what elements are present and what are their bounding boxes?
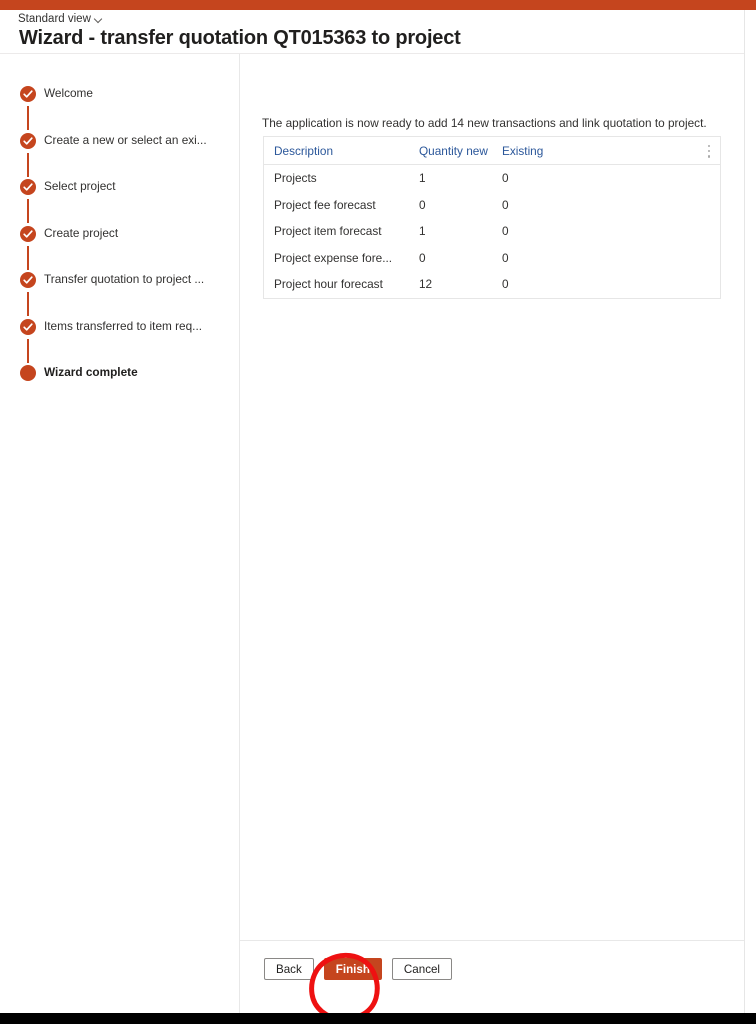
top-accent-bar (0, 0, 756, 10)
wizard-step-label: Wizard complete (44, 365, 138, 379)
table-row[interactable]: Project fee forecast 0 0 (264, 192, 720, 219)
cell-description: Project fee forecast (274, 197, 376, 212)
cell-quantity-new: 0 (419, 250, 426, 265)
back-button[interactable]: Back (264, 958, 314, 980)
more-options-icon[interactable] (708, 145, 711, 158)
step-marker (0, 84, 44, 131)
summary-table: Description Quantity new Existing Projec… (263, 136, 721, 299)
wizard-step-label: Create a new or select an exi... (44, 132, 207, 147)
wizard-step[interactable]: Select project (0, 177, 239, 224)
step-marker (0, 177, 44, 224)
wizard-step-label: Select project (44, 179, 116, 193)
step-completed-check-icon (20, 225, 36, 242)
step-connector-line (27, 152, 29, 177)
cell-existing: 0 (502, 171, 509, 186)
cell-description: Projects (274, 171, 317, 186)
table-body: Projects 1 0 Project fee forecast 0 0 Project … (264, 165, 720, 298)
wizard-step-list: Welcome Create a new or select an exi... S… (0, 84, 239, 410)
finish-button[interactable]: Finish (323, 958, 382, 980)
cell-existing: 0 (502, 277, 509, 292)
cell-quantity-new: 1 (419, 224, 426, 239)
step-current-icon (20, 365, 36, 381)
step-connector-line (27, 245, 29, 270)
wizard-dialog: Standard view Wizard - transfer quotatio… (0, 10, 745, 1013)
step-connector-line (27, 106, 29, 130)
view-selector[interactable]: Standard view (18, 12, 104, 26)
step-marker (0, 363, 44, 410)
step-marker (0, 131, 44, 178)
intro-text: The application is now ready to add 14 n… (262, 116, 707, 130)
wizard-step-label: Create project (44, 225, 119, 240)
page-title: Wizard - transfer quotation QT015363 to … (19, 27, 461, 49)
step-connector-line (27, 338, 29, 363)
cell-quantity-new: 0 (419, 197, 426, 212)
step-completed-check-icon (20, 132, 36, 149)
dialog-header: Standard view Wizard - transfer quotatio… (0, 10, 744, 54)
step-connector-line (27, 199, 29, 223)
step-marker (0, 317, 44, 364)
chevron-down-icon (95, 16, 104, 25)
cell-quantity-new: 1 (419, 171, 426, 186)
cell-quantity-new: 12 (419, 277, 433, 292)
wizard-step[interactable]: Transfer quotation to project ... (0, 270, 239, 317)
table-row[interactable]: Project expense fore... 0 0 (264, 245, 720, 272)
table-header-row: Description Quantity new Existing (264, 137, 720, 165)
dialog-footer: Back Finish Cancel (240, 940, 744, 1013)
cell-description: Project hour forecast (274, 277, 383, 292)
table-row[interactable]: Project item forecast 1 0 (264, 218, 720, 245)
wizard-step[interactable]: Create project (0, 224, 239, 271)
column-header-quantity-new[interactable]: Quantity new (419, 144, 502, 158)
step-marker (0, 270, 44, 317)
step-marker (0, 224, 44, 271)
footer-button-group: Back Finish Cancel (264, 958, 453, 980)
step-connector-line (27, 292, 29, 316)
column-header-description[interactable]: Description (274, 144, 419, 158)
wizard-content-pane: The application is now ready to add 14 n… (240, 54, 744, 1013)
cell-existing: 0 (502, 197, 509, 212)
wizard-step[interactable]: Welcome (0, 84, 239, 131)
wizard-step-label: Items transferred to item req... (44, 318, 203, 333)
footer-separator (240, 940, 744, 941)
bottom-black-bar (0, 1013, 756, 1024)
wizard-step[interactable]: Create a new or select an exi... (0, 131, 239, 178)
wizard-step-sidebar: Welcome Create a new or select an exi... S… (0, 54, 239, 1013)
cell-existing: 0 (502, 224, 509, 239)
cell-existing: 0 (502, 250, 509, 265)
wizard-step-label: Transfer quotation to project ... (44, 272, 205, 286)
step-completed-check-icon (20, 272, 36, 288)
table-row[interactable]: Projects 1 0 (264, 165, 720, 192)
cell-description: Project item forecast (274, 224, 382, 239)
dialog-body: Welcome Create a new or select an exi... S… (0, 54, 744, 1013)
cell-description: Project expense fore... (274, 250, 393, 265)
table-row[interactable]: Project hour forecast 12 0 (264, 271, 720, 298)
view-selector-label: Standard view (18, 13, 91, 25)
cancel-button[interactable]: Cancel (391, 958, 453, 980)
wizard-step[interactable]: Items transferred to item req... (0, 317, 239, 364)
wizard-step[interactable]: Wizard complete (0, 363, 239, 410)
step-completed-check-icon (20, 86, 36, 102)
step-completed-check-icon (20, 318, 36, 335)
column-header-existing[interactable]: Existing (502, 144, 622, 158)
wizard-step-label: Welcome (44, 86, 93, 100)
step-completed-check-icon (20, 179, 36, 195)
